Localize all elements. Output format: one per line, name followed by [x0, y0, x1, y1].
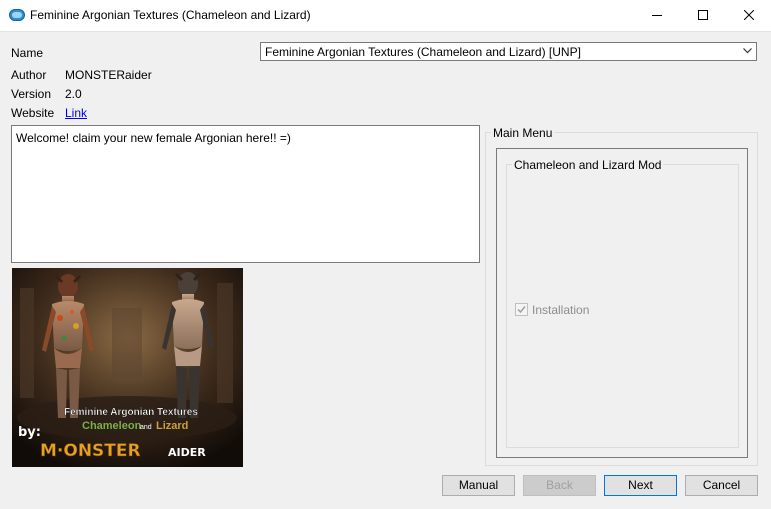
- cancel-button[interactable]: Cancel: [685, 475, 758, 496]
- close-icon: [744, 10, 754, 20]
- name-dropdown[interactable]: Feminine Argonian Textures (Chameleon an…: [260, 42, 757, 61]
- preview-image: Feminine Argonian Textures Chameleon and…: [12, 268, 243, 467]
- preview-artwork: Feminine Argonian Textures Chameleon and…: [12, 268, 243, 467]
- description-box[interactable]: Welcome! claim your new female Argonian …: [11, 125, 480, 263]
- website-link[interactable]: Link: [65, 106, 87, 120]
- minimize-button[interactable]: [634, 0, 680, 31]
- author-value: MONSTERaider: [65, 68, 152, 82]
- close-button[interactable]: [726, 0, 771, 31]
- name-dropdown-value: Feminine Argonian Textures (Chameleon an…: [265, 45, 581, 59]
- description-text: Welcome! claim your new female Argonian …: [16, 131, 291, 145]
- installation-label: Installation: [532, 303, 590, 317]
- next-button[interactable]: Next: [604, 475, 677, 496]
- preview-caption-title: Feminine Argonian Textures: [64, 407, 198, 418]
- chevron-down-icon: [743, 48, 752, 54]
- preview-brand-suffix: AIDER: [168, 446, 206, 459]
- fomod-installer-icon: [9, 9, 25, 21]
- name-label: Name: [11, 46, 44, 60]
- preview-caption-chameleon: Chameleon: [82, 420, 142, 432]
- preview-caption-lizard: Lizard: [156, 420, 188, 432]
- minimize-icon: [652, 15, 662, 16]
- back-button[interactable]: Back: [523, 475, 596, 496]
- checkmark-icon: [517, 306, 526, 314]
- version-value: 2.0: [65, 87, 82, 101]
- maximize-button[interactable]: [680, 0, 726, 31]
- preview-by-text: by:: [18, 425, 41, 440]
- maximize-icon: [698, 10, 708, 20]
- installation-checkbox[interactable]: [515, 303, 528, 316]
- preview-caption-and: and: [140, 424, 152, 431]
- window-title: Feminine Argonian Textures (Chameleon an…: [30, 8, 311, 22]
- author-label: Author: [11, 68, 47, 82]
- manual-button[interactable]: Manual: [442, 475, 515, 496]
- mod-options-title: Chameleon and Lizard Mod: [512, 158, 664, 172]
- preview-brand-text: M·ONSTER: [40, 441, 141, 461]
- version-label: Version: [11, 87, 52, 101]
- main-menu-title: Main Menu: [491, 126, 555, 140]
- title-bar: Feminine Argonian Textures (Chameleon an…: [0, 0, 771, 32]
- website-label: Website: [11, 106, 55, 120]
